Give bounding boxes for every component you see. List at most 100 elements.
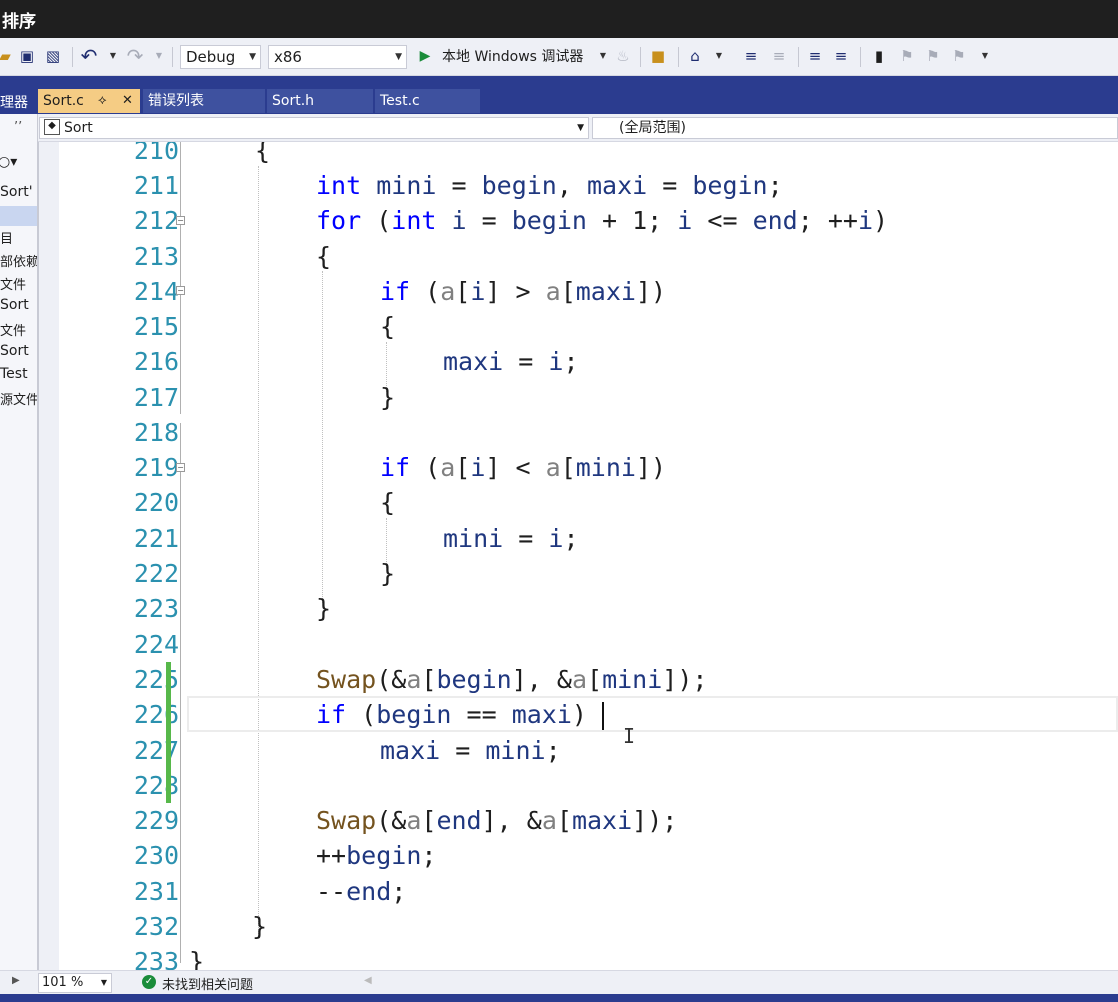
code-token: mini	[602, 665, 663, 694]
overflow-dropdown-icon[interactable]: ▼	[710, 47, 728, 65]
code-line[interactable]: }	[189, 944, 204, 970]
line-number: 220	[133, 488, 179, 517]
code-line[interactable]: for (int i = begin + 1; i <= end; ++i)	[316, 203, 888, 238]
navigation-bar: ◆ Sort ▼ (全局范围)	[38, 114, 1118, 142]
toolbar-separator	[640, 47, 641, 67]
comment-icon[interactable]: ≡	[742, 47, 760, 65]
undo-dropdown-icon[interactable]: ▼	[104, 47, 122, 65]
document-tab-strip: 理器 Sort.c ⟡ ✕ 错误列表 Sort.h Test.c	[0, 76, 1118, 114]
find-in-files-icon[interactable]: ■	[649, 47, 667, 65]
code-line[interactable]: }	[380, 380, 395, 415]
line-number: 233	[133, 947, 179, 970]
save-icon[interactable]: ▣	[18, 47, 36, 65]
start-debugger-button[interactable]: 本地 Windows 调试器	[442, 45, 583, 69]
code-line[interactable]: int mini = begin, maxi = begin;	[316, 168, 783, 203]
undo-icon[interactable]: ↶	[80, 46, 98, 66]
redo-icon[interactable]: ↷	[126, 46, 144, 66]
code-line[interactable]: if (a[i] > a[maxi])	[380, 274, 666, 309]
bookmark-icon[interactable]: ▮	[870, 47, 888, 65]
collapse-icon[interactable]: −	[176, 463, 185, 472]
redo-dropdown-icon[interactable]: ▼	[150, 47, 168, 65]
code-line[interactable]: Swap(&a[end], &a[maxi]);	[316, 803, 677, 838]
code-token: mini	[443, 524, 504, 553]
code-editor[interactable]: 210 211 212 213 214 215 216 217 218 219 …	[39, 142, 1118, 970]
tree-item[interactable]: 文件	[0, 320, 26, 339]
increase-indent-icon[interactable]: ≡	[832, 47, 850, 65]
tree-item[interactable]: 文件	[0, 274, 26, 293]
tab-error-list[interactable]: 错误列表	[143, 89, 265, 113]
play-icon[interactable]: ▶	[416, 47, 434, 65]
zoom-select[interactable]: 101 % ▼	[38, 973, 112, 993]
code-line[interactable]: Swap(&a[begin], &a[mini]);	[316, 662, 707, 697]
tree-item[interactable]: Sort	[0, 297, 29, 313]
collapse-icon[interactable]: −	[176, 216, 185, 225]
code-line[interactable]: }	[380, 556, 395, 591]
code-text: }	[380, 383, 396, 412]
member-scope-select[interactable]: (全局范围)	[592, 117, 1118, 139]
hot-reload-icon[interactable]: ♨	[614, 47, 632, 65]
bottom-border	[0, 994, 1118, 1002]
tab-sort-c[interactable]: Sort.c ⟡ ✕	[38, 89, 140, 113]
code-line[interactable]: {	[316, 239, 331, 274]
solution-explorer-title[interactable]: 理器	[0, 92, 28, 112]
horizontal-scrollbar-left-icon[interactable]: ◀	[364, 975, 372, 986]
code-line[interactable]: mini = i;	[443, 521, 579, 556]
save-all-icon[interactable]: ▧	[44, 47, 62, 65]
tab-test-c[interactable]: Test.c	[375, 89, 480, 113]
code-token: maxi	[586, 171, 648, 200]
ibeam-cursor-icon: I	[623, 724, 636, 748]
configuration-select[interactable]: Debug ▼	[180, 45, 261, 69]
search-icon[interactable]: ○▾	[0, 154, 17, 170]
toolbar-overflow-icon[interactable]: ▼	[976, 47, 994, 65]
tree-selection	[0, 206, 37, 226]
code-line[interactable]: }	[252, 909, 267, 944]
code-line[interactable]: if (a[i] < a[mini])	[380, 450, 666, 485]
toolbar-separator	[678, 47, 679, 67]
home-icon[interactable]: ⌂	[686, 47, 704, 65]
tree-item[interactable]: Test	[0, 366, 28, 382]
code-line[interactable]: {	[380, 485, 395, 520]
collapse-icon[interactable]: −	[176, 286, 185, 295]
pin-icon[interactable]: ⟡	[98, 89, 107, 113]
code-line[interactable]: if (begin == maxi)	[316, 697, 587, 732]
code-token: a	[545, 453, 561, 482]
code-line[interactable]: maxi = i;	[443, 344, 579, 379]
scroll-left-icon[interactable]: ▶	[12, 975, 20, 986]
tree-item[interactable]: Sort	[0, 343, 29, 359]
code-line[interactable]: {	[169, 142, 270, 168]
uncomment-icon[interactable]: ≡	[770, 47, 788, 65]
code-token: i	[677, 206, 693, 235]
previous-bookmark-icon[interactable]: ⚑	[898, 47, 916, 65]
tree-item[interactable]: 源文件	[0, 389, 37, 408]
issues-status[interactable]: 未找到相关问题	[162, 974, 253, 993]
tree-item[interactable]: Sort'	[0, 184, 33, 200]
change-marker	[166, 662, 171, 803]
tree-item[interactable]: 目	[0, 228, 13, 247]
clear-bookmarks-icon[interactable]: ⚑	[950, 47, 968, 65]
close-icon[interactable]: ✕	[122, 89, 133, 113]
code-token: Swap	[316, 665, 377, 694]
code-line[interactable]: maxi = mini;	[380, 733, 561, 768]
line-number: 232	[133, 912, 179, 941]
open-folder-icon[interactable]: ▰	[0, 47, 14, 65]
tree-item[interactable]: 部依赖	[0, 251, 37, 270]
tab-label: Sort.h	[272, 93, 315, 109]
code-token: maxi	[380, 736, 441, 765]
next-bookmark-icon[interactable]: ⚑	[924, 47, 942, 65]
file-scope-select[interactable]: ◆ Sort ▼	[39, 117, 589, 139]
code-line[interactable]: ++begin;	[316, 838, 436, 873]
debugger-dropdown-icon[interactable]: ▼	[594, 47, 612, 65]
code-token: int	[316, 171, 362, 200]
code-line[interactable]: {	[380, 309, 395, 344]
code-token: Swap	[316, 806, 377, 835]
code-text: }	[316, 594, 332, 623]
tab-sort-h[interactable]: Sort.h	[267, 89, 373, 113]
code-token: begin	[692, 171, 768, 200]
panel-overflow-icon[interactable]: ’’	[14, 120, 22, 135]
title-bar: 排序	[0, 0, 1118, 38]
code-token: int	[391, 206, 437, 235]
platform-select[interactable]: x86 ▼	[268, 45, 407, 69]
code-line[interactable]: --end;	[316, 874, 406, 909]
decrease-indent-icon[interactable]: ≡	[806, 47, 824, 65]
code-line[interactable]: }	[316, 591, 331, 626]
